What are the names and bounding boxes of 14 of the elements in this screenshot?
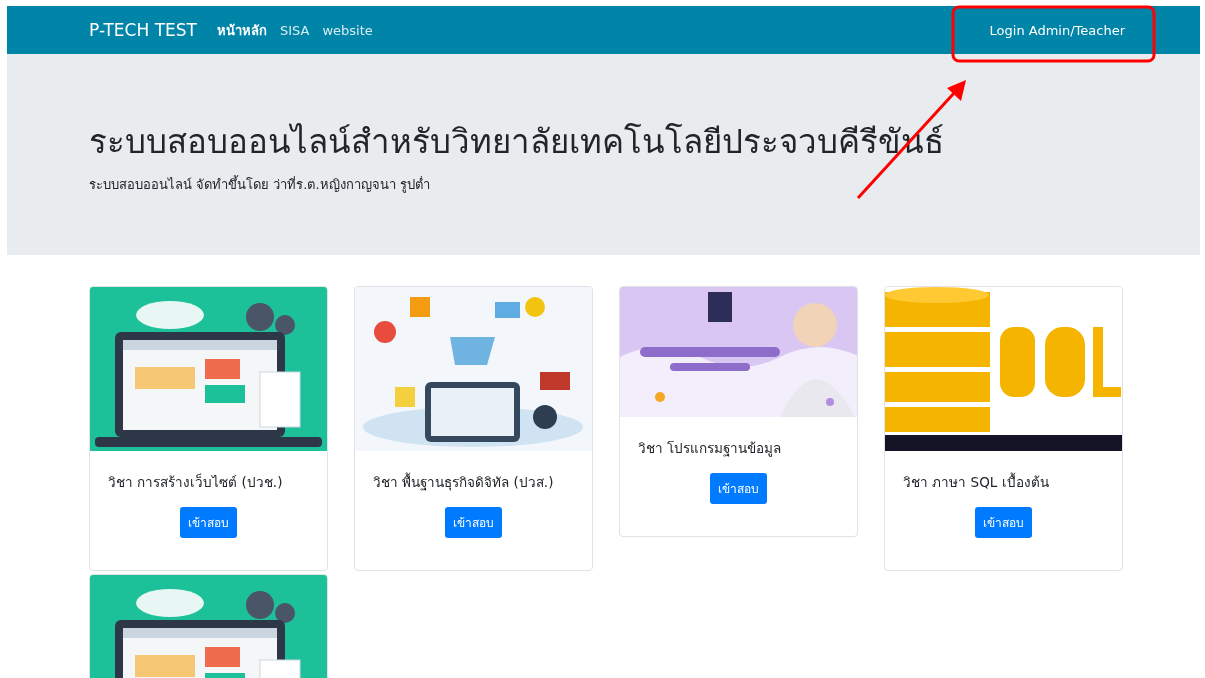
- nav-link[interactable]: SISA: [279, 22, 310, 38]
- login-link[interactable]: Login Admin/Teacher: [989, 22, 1125, 38]
- enter-exam-button[interactable]: เข้าสอบ: [975, 507, 1032, 538]
- nav-link[interactable]: หน้าหลัก: [216, 19, 267, 41]
- course-title: วิชา โปรแกรมฐานข้อมูล: [638, 439, 782, 459]
- course-title: วิชา การสร้างเว็บไซต์ (ปวช.): [108, 472, 283, 492]
- enter-exam-button[interactable]: เข้าสอบ: [710, 473, 767, 504]
- course-title: วิชา ภาษา SQL เบื้องต้น: [903, 471, 1049, 492]
- brand[interactable]: P-TECH TEST: [89, 20, 197, 40]
- course-title: วิชา พื้นฐานธุรกิจดิจิทัล (ปวส.): [373, 471, 554, 493]
- enter-exam-button[interactable]: เข้าสอบ: [180, 507, 237, 538]
- enter-exam-button[interactable]: เข้าสอบ: [445, 507, 502, 538]
- subtitle: ระบบสอบออนไลน์ จัดทำขึ้นโดย ว่าที่ร.ต.หญิงกาญจนา รูปต่ำ: [89, 174, 431, 195]
- nav-link[interactable]: website: [322, 22, 373, 38]
